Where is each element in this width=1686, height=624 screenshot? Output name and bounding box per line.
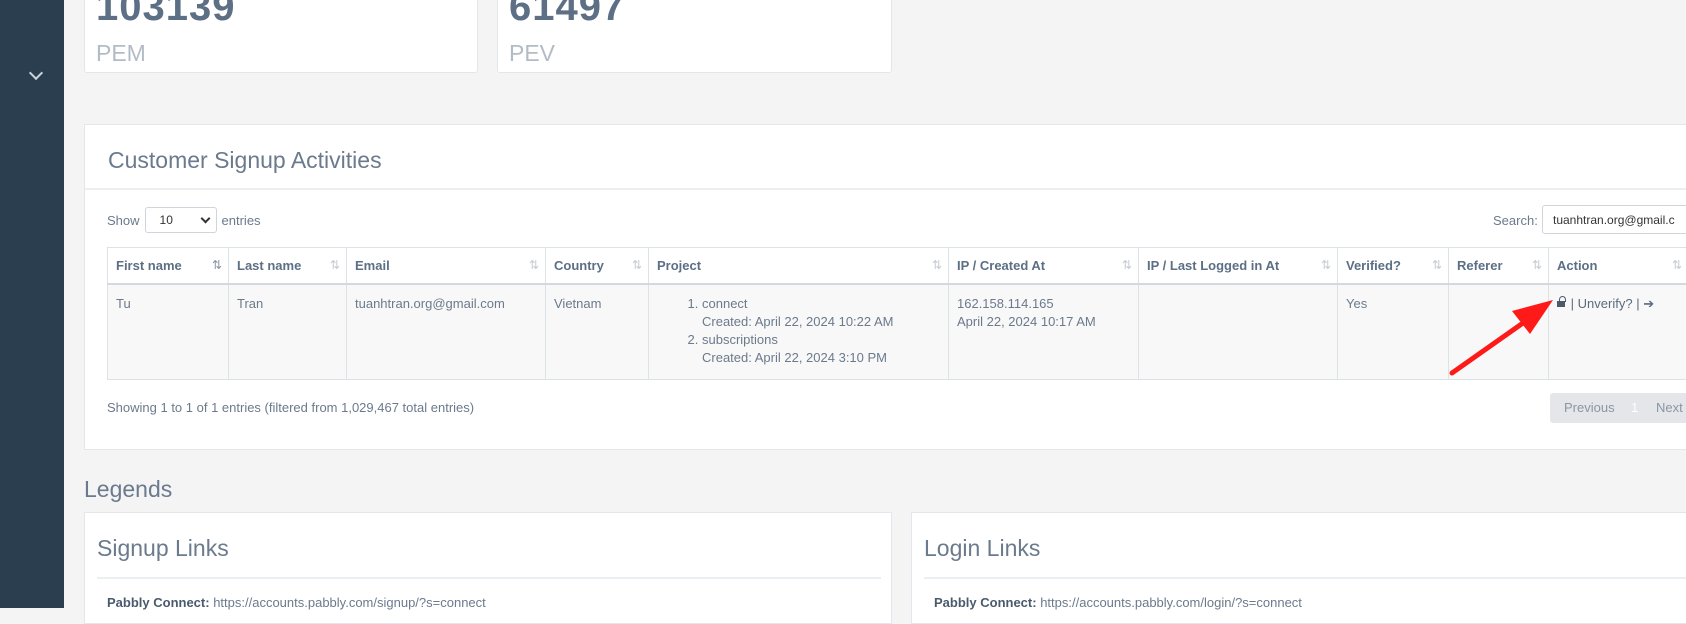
annotation-arrow	[0, 0, 1686, 608]
